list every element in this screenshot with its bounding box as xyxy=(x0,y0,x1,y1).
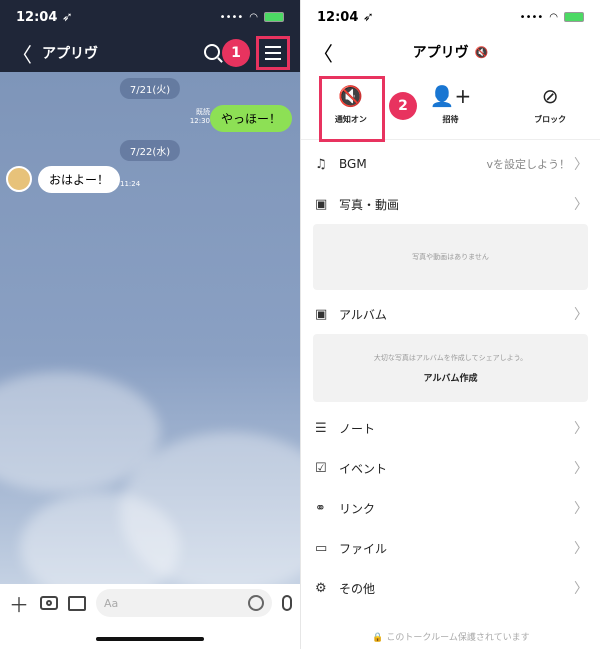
signal-icon: •••• xyxy=(519,11,544,23)
menu-item-label: 写真・動画 xyxy=(339,197,400,212)
photos-empty-panel: 写真や動画はありません xyxy=(313,224,588,290)
input-bar: ＋ Aa xyxy=(0,584,300,622)
plus-icon[interactable]: ＋ xyxy=(8,592,30,617)
menu-item-label: ノート xyxy=(339,421,376,436)
wifi-icon: ◠ xyxy=(549,11,558,23)
menu-icon-line xyxy=(265,52,281,54)
chevron-right-icon: 〉 xyxy=(574,157,588,173)
status-bar: 12:04 ➶ •••• ◠ xyxy=(0,0,300,34)
date-separator: 7/22(水) xyxy=(119,140,181,161)
step-badge-1: 1 xyxy=(222,39,250,67)
status-icons: •••• ◠ xyxy=(220,12,284,23)
menu-button[interactable] xyxy=(256,36,290,70)
outgoing-message[interactable]: やっほー！ xyxy=(209,105,292,132)
menu-item-other[interactable]: ⚙ その他 〉 xyxy=(301,568,600,608)
menu-item-label: リンク xyxy=(339,501,376,516)
back-button[interactable]: 〈 xyxy=(313,38,333,67)
menu-item-note[interactable]: ☰ ノート 〉 xyxy=(301,408,600,448)
gear-icon: ⚙ xyxy=(315,580,327,596)
camera-icon[interactable] xyxy=(40,596,58,610)
action-label: ブロック xyxy=(534,115,567,124)
status-bar: 12:04 ➶ •••• ◠ xyxy=(301,0,600,34)
emoji-icon[interactable] xyxy=(248,595,264,611)
battery-icon xyxy=(264,12,284,22)
action-label: 招待 xyxy=(442,115,459,124)
wifi-icon: ◠ xyxy=(249,11,258,23)
folder-icon: ▭ xyxy=(315,540,328,556)
block-button[interactable]: ⊘ ブロック xyxy=(510,84,590,125)
calendar-icon: ☑ xyxy=(315,460,327,476)
menu-item-label: イベント xyxy=(339,461,388,476)
chat-area[interactable]: 7/21(火) 既読 12:30 やっほー！ 7/22(水) おはよー！ 11:… xyxy=(0,72,300,584)
chevron-right-icon: 〉 xyxy=(574,581,588,597)
back-button[interactable]: 〈 xyxy=(12,39,36,68)
menu-item-photos[interactable]: ▣ 写真・動画 〉 xyxy=(301,184,600,224)
message-meta: 既読 12:30 xyxy=(190,108,210,126)
chat-header: 〈 アプリヴ 1 xyxy=(0,34,300,72)
menu-item-label: その他 xyxy=(339,581,376,596)
photo-icon: ▣ xyxy=(315,196,328,212)
status-time: 12:04 ➶ xyxy=(317,9,374,25)
invite-button[interactable]: 👤+ 招待 xyxy=(410,84,490,125)
chat-menu-screen: 12:04 ➶ •••• ◠ 〈 アプリヴ 🔇 🔇 通知オン 2 👤+ 招待 ⊘… xyxy=(300,0,600,649)
menu-header: 〈 アプリヴ 🔇 xyxy=(301,34,600,70)
avatar[interactable] xyxy=(6,166,32,192)
menu-item-label: アルバム xyxy=(339,307,387,322)
muted-indicator-icon: 🔇 xyxy=(474,45,489,59)
menu-icon-line xyxy=(265,46,281,48)
music-icon: ♫ xyxy=(315,156,327,172)
chat-title: アプリヴ xyxy=(42,46,98,62)
battery-icon xyxy=(564,12,584,22)
album-description: 大切な写真はアルバムを作成してシェアしよう。 xyxy=(373,353,528,362)
home-indicator xyxy=(96,637,204,641)
menu-item-link[interactable]: ⚭ リンク 〉 xyxy=(301,488,600,528)
search-icon[interactable] xyxy=(204,44,220,60)
image-icon[interactable] xyxy=(68,595,86,611)
block-icon: ⊘ xyxy=(541,84,559,108)
menu-item-file[interactable]: ▭ ファイル 〉 xyxy=(301,528,600,568)
message-time: 11:24 xyxy=(120,180,141,188)
menu-item-event[interactable]: ☑ イベント 〉 xyxy=(301,448,600,488)
chevron-right-icon: 〉 xyxy=(574,541,588,557)
read-status: 既読 xyxy=(196,108,210,116)
menu-icon-line xyxy=(265,58,281,60)
status-icons: •••• ◠ xyxy=(520,12,584,23)
add-user-icon: 👤+ xyxy=(429,84,472,108)
highlight-box xyxy=(319,76,385,142)
bgm-value: vを設定しよう！ xyxy=(486,158,570,171)
step-badge-2: 2 xyxy=(389,92,417,120)
encryption-notice[interactable]: 🔒 このトークルーム保護されています xyxy=(301,630,600,643)
chevron-right-icon: 〉 xyxy=(574,197,588,213)
photos-empty-text: 写真や動画はありません xyxy=(412,253,489,261)
menu-item-label: ファイル xyxy=(339,541,388,556)
microphone-icon[interactable] xyxy=(282,595,292,611)
album-icon: ▣ xyxy=(315,306,328,322)
menu-item-bgm[interactable]: ♫ BGM vを設定しよう！ 〉 xyxy=(301,144,600,184)
menu-item-album[interactable]: ▣ アルバム 〉 xyxy=(301,294,600,334)
date-separator: 7/21(火) xyxy=(119,78,181,99)
note-icon: ☰ xyxy=(315,420,327,436)
album-panel: 大切な写真はアルバムを作成してシェアしよう。 アルバム作成 xyxy=(313,334,588,402)
create-album-button[interactable]: アルバム作成 xyxy=(424,371,478,384)
message-time: 12:30 xyxy=(189,117,210,125)
chat-screen: 12:04 ➶ •••• ◠ 〈 アプリヴ 1 7/21(火) 既読 12:30… xyxy=(0,0,300,649)
input-placeholder: Aa xyxy=(104,596,119,610)
chevron-right-icon: 〉 xyxy=(574,421,588,437)
chevron-right-icon: 〉 xyxy=(574,307,588,323)
incoming-message[interactable]: おはよー！ xyxy=(38,166,121,193)
link-icon: ⚭ xyxy=(315,500,326,516)
menu-title: アプリヴ xyxy=(412,45,469,61)
signal-icon: •••• xyxy=(219,11,244,23)
status-time: 12:04 ➶ xyxy=(16,9,73,25)
action-row: 🔇 通知オン 2 👤+ 招待 ⊘ ブロック xyxy=(301,70,600,142)
menu-item-label: BGM xyxy=(339,157,367,171)
chevron-right-icon: 〉 xyxy=(574,501,588,517)
message-input[interactable]: Aa xyxy=(96,589,272,617)
chevron-right-icon: 〉 xyxy=(574,461,588,477)
